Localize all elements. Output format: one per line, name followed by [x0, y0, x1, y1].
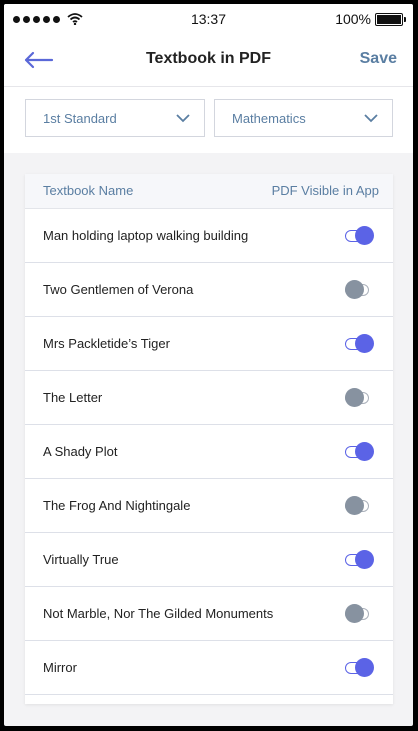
- pdf-visible-toggle[interactable]: [345, 550, 375, 570]
- battery-status: 100%: [335, 11, 406, 27]
- battery-icon: [375, 12, 406, 26]
- chevron-down-icon: [176, 114, 190, 123]
- toggle-knob: [355, 226, 374, 245]
- textbook-name: The Letter: [43, 390, 103, 405]
- table-row: The Frog And Nightingale: [25, 479, 393, 533]
- toggle-knob: [355, 550, 374, 569]
- subject-select[interactable]: Mathematics: [214, 99, 393, 137]
- pdf-visible-toggle[interactable]: [345, 496, 375, 516]
- pdf-visible-toggle[interactable]: [345, 334, 375, 354]
- table-row: Mrs Packletide’s Tiger: [25, 317, 393, 371]
- chevron-down-icon: [364, 114, 378, 123]
- table-row: A Shady Plot: [25, 425, 393, 479]
- textbook-name: A Shady Plot: [43, 444, 118, 459]
- pdf-visible-toggle[interactable]: [345, 658, 375, 678]
- toggle-knob: [345, 604, 364, 623]
- save-button[interactable]: Save: [360, 50, 397, 68]
- toggle-knob: [355, 442, 374, 461]
- toggle-knob: [345, 388, 364, 407]
- textbook-name: Mrs Packletide’s Tiger: [43, 336, 170, 351]
- filter-bar: 1st Standard Mathematics: [4, 87, 413, 153]
- toggle-knob: [345, 280, 364, 299]
- standard-select[interactable]: 1st Standard: [25, 99, 205, 137]
- table-row: Virtually True: [25, 533, 393, 587]
- pdf-visible-toggle[interactable]: [345, 388, 375, 408]
- subject-select-value: Mathematics: [232, 111, 306, 126]
- toggle-knob: [355, 658, 374, 677]
- phone-screen: 13:37 100% Textbook in PDF Save 1st Stan…: [4, 4, 413, 726]
- table-row: Mirror: [25, 641, 393, 695]
- pdf-visible-toggle[interactable]: [345, 442, 375, 462]
- page-title: Textbook in PDF: [145, 50, 272, 67]
- table-body: Man holding laptop walking building Two G…: [25, 209, 393, 695]
- column-header-pdf: PDF Visible in App: [271, 183, 379, 198]
- pdf-visible-toggle[interactable]: [345, 226, 375, 246]
- toggle-knob: [345, 496, 364, 515]
- toggle-knob: [355, 334, 374, 353]
- column-header-name: Textbook Name: [43, 183, 134, 198]
- textbook-name: Man holding laptop walking building: [43, 228, 249, 243]
- table-row: Man holding laptop walking building: [25, 209, 393, 263]
- textbook-name: Mirror: [43, 660, 77, 675]
- table-header: Textbook Name PDF Visible in App: [25, 174, 393, 209]
- textbook-name: The Frog And Nightingale: [43, 498, 191, 513]
- battery-percent: 100%: [335, 11, 371, 27]
- table-row: Two Gentlemen of Verona: [25, 263, 393, 317]
- pdf-visible-toggle[interactable]: [345, 280, 375, 300]
- standard-select-value: 1st Standard: [43, 111, 117, 126]
- textbook-name: Not Marble, Nor The Gilded Monuments: [43, 606, 274, 621]
- textbook-table: Textbook Name PDF Visible in App Man hol…: [25, 174, 393, 704]
- nav-bar: Textbook in PDF Save: [4, 34, 413, 87]
- textbook-name: Virtually True: [43, 552, 119, 567]
- table-row: Not Marble, Nor The Gilded Monuments: [25, 587, 393, 641]
- textbook-name: Two Gentlemen of Verona: [43, 282, 194, 297]
- table-row: The Letter: [25, 371, 393, 425]
- pdf-visible-toggle[interactable]: [345, 604, 375, 624]
- status-bar: 13:37 100%: [4, 4, 413, 34]
